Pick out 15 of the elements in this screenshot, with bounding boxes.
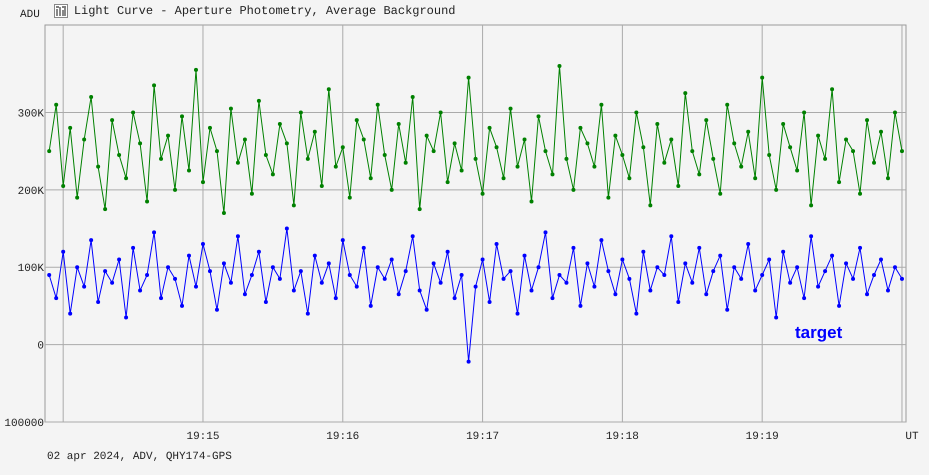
x-tick-label: 19:16 xyxy=(326,431,360,442)
x-tick-label: 19:15 xyxy=(186,431,220,442)
y-axis-label: ADU xyxy=(20,9,40,21)
x-axis-label: UT xyxy=(905,431,919,442)
series-label: target xyxy=(795,323,842,342)
y-tick-label: 0 xyxy=(37,340,44,353)
window-title: Light Curve - Aperture Photometry, Average Background xyxy=(74,4,456,18)
y-tick-label: 100000 xyxy=(4,418,44,430)
x-tick-label: 19:19 xyxy=(746,431,779,442)
x-tick-label: 19:18 xyxy=(606,431,639,442)
footer-info: 02 apr 2024, ADV, QHY174-GPS xyxy=(47,451,233,463)
y-tick-label: 100K xyxy=(18,263,44,276)
x-tick-label: 19:17 xyxy=(466,431,500,442)
y-tick-label: 300K xyxy=(18,108,44,120)
y-tick-label: 200K xyxy=(18,186,44,198)
